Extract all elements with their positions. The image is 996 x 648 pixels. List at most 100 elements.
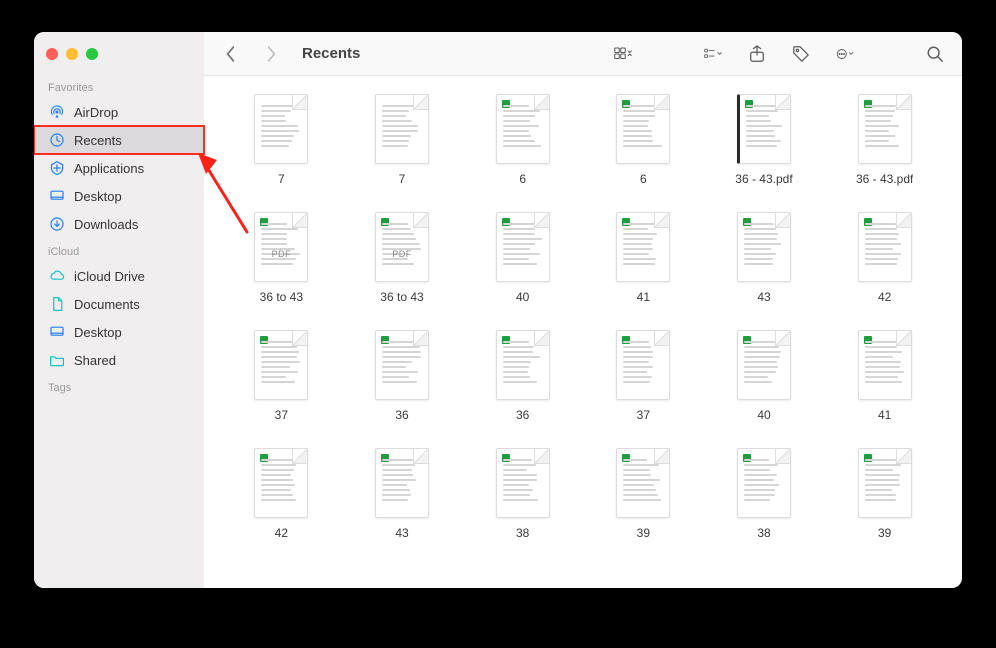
window-controls [34,44,204,74]
clock-icon [48,131,66,149]
file-thumbnail: PDF [375,212,429,282]
file-item[interactable]: 40 [709,330,820,422]
file-grid-area[interactable]: 776636 - 43.pdf36 - 43.pdfPDF36 to 43PDF… [204,76,962,588]
file-item[interactable]: 43 [709,212,820,304]
file-item[interactable]: 38 [467,448,578,540]
file-name: 40 [516,290,529,304]
file-item[interactable]: 39 [829,448,940,540]
file-name: 36 [516,408,529,422]
file-thumbnail [375,448,429,518]
back-button[interactable] [218,41,244,67]
sidebar-item-label: Applications [74,161,144,176]
close-button[interactable] [46,48,58,60]
file-name: 42 [275,526,288,540]
sidebar-item-label: Documents [74,297,140,312]
file-item[interactable]: 38 [709,448,820,540]
sidebar-item-label: AirDrop [74,105,118,120]
file-item[interactable]: 36 [467,330,578,422]
file-thumbnail [858,94,912,164]
sidebar-item-downloads[interactable]: Downloads [34,210,204,238]
download-icon [48,215,66,233]
minimize-button[interactable] [66,48,78,60]
sidebar-item-label: iCloud Drive [74,269,145,284]
file-item[interactable]: PDF 36 to 43 [226,212,337,304]
file-item[interactable]: 37 [588,330,699,422]
zoom-button[interactable] [86,48,98,60]
file-name: 36 [395,408,408,422]
file-name: 37 [637,408,650,422]
file-item[interactable]: 41 [588,212,699,304]
file-name: 36 to 43 [380,290,423,304]
file-thumbnail [737,448,791,518]
file-name: 37 [275,408,288,422]
sidebar-item-shared[interactable]: Shared [34,346,204,374]
file-thumbnail [375,330,429,400]
sidebar-item-label: Desktop [74,189,122,204]
actions-button[interactable] [832,41,858,67]
file-thumbnail [375,94,429,164]
file-item[interactable]: 41 [829,330,940,422]
cloud-icon [48,267,66,285]
sidebar-item-desktop2[interactable]: Desktop [34,318,204,346]
file-thumbnail [737,330,791,400]
desktop-icon [48,187,66,205]
file-item[interactable]: 39 [588,448,699,540]
sidebar-item-applications[interactable]: Applications [34,154,204,182]
file-name: 7 [278,172,285,186]
file-thumbnail [254,448,308,518]
file-item[interactable]: 7 [347,94,458,186]
file-name: 7 [399,172,406,186]
toolbar-right [610,41,948,67]
file-thumbnail [858,330,912,400]
doc-icon [48,295,66,313]
file-thumbnail [254,330,308,400]
file-item[interactable]: PDF 36 to 43 [347,212,458,304]
tags-button[interactable] [788,41,814,67]
file-thumbnail [616,448,670,518]
file-name: 36 to 43 [260,290,303,304]
main-area: Recents [204,32,962,588]
file-item[interactable]: 36 - 43.pdf [829,94,940,186]
file-thumbnail [858,212,912,282]
file-item[interactable]: 42 [226,448,337,540]
file-thumbnail [616,212,670,282]
sidebar-item-label: Recents [74,133,122,148]
view-switch-button[interactable] [610,41,636,67]
sidebar-section-label: Favorites [34,74,204,98]
share-button[interactable] [744,41,770,67]
file-thumbnail [496,330,550,400]
file-name: 42 [878,290,891,304]
file-name: 38 [516,526,529,540]
sidebar-item-label: Desktop [74,325,122,340]
file-thumbnail [616,94,670,164]
file-name: 36 - 43.pdf [856,172,913,186]
file-item[interactable]: 7 [226,94,337,186]
file-item[interactable]: 40 [467,212,578,304]
sidebar-item-airdrop[interactable]: AirDrop [34,98,204,126]
file-item[interactable]: 36 [347,330,458,422]
file-name: 40 [757,408,770,422]
file-thumbnail [254,94,308,164]
sidebar-item-documents[interactable]: Documents [34,290,204,318]
file-item[interactable]: 6 [467,94,578,186]
file-thumbnail: PDF [254,212,308,282]
group-button[interactable] [700,41,726,67]
file-item[interactable]: 36 - 43.pdf [709,94,820,186]
sidebar-item-desktop[interactable]: Desktop [34,182,204,210]
sidebar-item-recents[interactable]: Recents [34,126,204,154]
file-thumbnail [737,94,791,164]
forward-button[interactable] [258,41,284,67]
search-button[interactable] [922,41,948,67]
file-name: 43 [757,290,770,304]
file-name: 41 [637,290,650,304]
file-item[interactable]: 43 [347,448,458,540]
airdrop-icon [48,103,66,121]
file-name: 41 [878,408,891,422]
file-item[interactable]: 6 [588,94,699,186]
sidebar-item-iclouddrive[interactable]: iCloud Drive [34,262,204,290]
file-item[interactable]: 37 [226,330,337,422]
sidebar-item-label: Downloads [74,217,138,232]
file-item[interactable]: 42 [829,212,940,304]
app-icon [48,159,66,177]
finder-window: Favorites AirDrop Recents Applications Deskt… [34,32,962,588]
